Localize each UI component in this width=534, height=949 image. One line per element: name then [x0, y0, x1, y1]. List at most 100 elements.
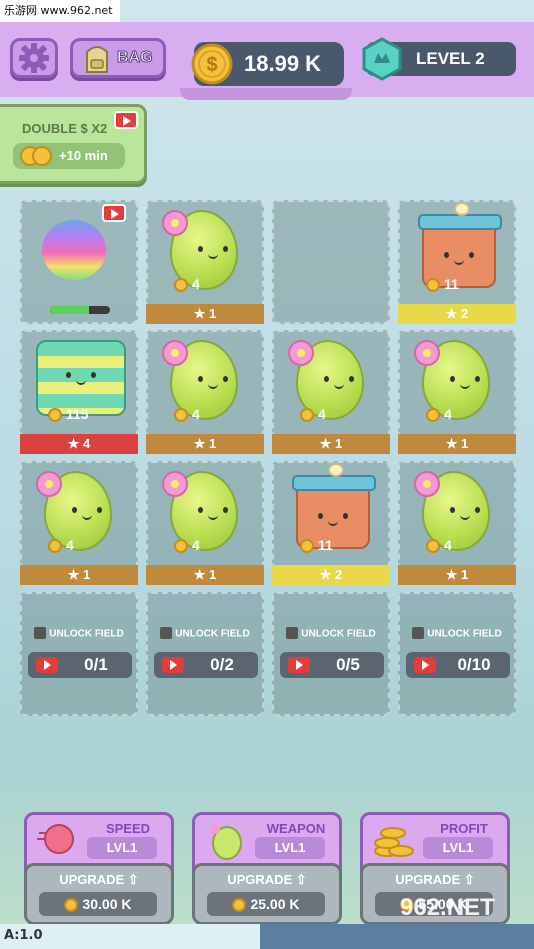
grid-cell[interactable]: 4 ★ 1	[272, 330, 390, 454]
pinata-icon	[37, 824, 74, 854]
locked-field[interactable]: UNLOCK FIELD 0/10	[398, 592, 516, 716]
star-bar: ★ 1	[146, 565, 264, 585]
grid-cell[interactable]	[20, 200, 138, 324]
grid-cell[interactable]: 4 ★ 1	[146, 200, 264, 324]
star-bar: ★ 1	[146, 434, 264, 454]
speed-upgrade-card: SPEED LVL1 UPGRADE ⇧ 30.00 K	[24, 812, 174, 925]
coins-icon	[20, 146, 52, 166]
top-bar-lip	[180, 88, 352, 100]
grid-cell[interactable]: 11 ★ 2	[272, 461, 390, 585]
unlock-progress[interactable]: 0/2	[154, 652, 258, 678]
upgrade-label: UPGRADE ⇧	[227, 872, 307, 887]
upgrade-speed-button[interactable]: UPGRADE ⇧ 30.00 K	[24, 863, 174, 925]
income-label: 4	[174, 276, 200, 292]
locked-field[interactable]: UNLOCK FIELD 0/2	[146, 592, 264, 716]
income-label: 4	[426, 537, 452, 553]
lock-icon	[286, 627, 299, 639]
blob-icon	[210, 824, 242, 860]
coin-icon: $	[191, 43, 233, 85]
bag-label: BAG	[117, 49, 154, 67]
bonus-time-pill: +10 min	[13, 143, 125, 169]
income-label: 4	[174, 537, 200, 553]
upgrade-weapon-button[interactable]: UPGRADE ⇧ 25.00 K	[192, 863, 342, 925]
upgrade-level: LVL1	[255, 837, 325, 859]
flower-icon	[162, 471, 188, 497]
flower-icon	[288, 340, 314, 366]
upgrade-level: LVL1	[87, 837, 157, 859]
version-strip: A:1.0	[0, 924, 260, 949]
star-bar: ★ 1	[398, 434, 516, 454]
video-ad-icon	[414, 657, 436, 673]
unlock-progress[interactable]: 0/1	[28, 652, 132, 678]
video-ad-icon[interactable]	[114, 111, 138, 129]
video-ad-icon	[288, 657, 310, 673]
upgrade-label: UPGRADE ⇧	[59, 872, 139, 887]
watermark-top: 乐游网 www.962.net	[0, 0, 120, 22]
video-ad-icon	[162, 657, 184, 673]
bag-button[interactable]: BAG	[70, 38, 166, 78]
income-label: 11	[426, 276, 459, 292]
svg-text:$: $	[206, 54, 217, 76]
grid-cell[interactable]: 4 ★ 1	[146, 330, 264, 454]
upgrade-title: SPEED	[105, 821, 151, 836]
weapon-upgrade-card: WEAPON LVL1 UPGRADE ⇧ 25.00 K	[192, 812, 342, 925]
grid-cell[interactable]: 4 ★ 1	[20, 461, 138, 585]
income-label: 4	[300, 406, 326, 422]
coin-amount: 18.99 K	[244, 51, 322, 76]
watermark-logo: 962.NET	[400, 894, 495, 921]
star-bar: ★ 4	[20, 434, 138, 454]
level-label: LEVEL 2	[416, 49, 485, 68]
income-label: 4	[174, 406, 200, 422]
upgrade-level: LVL1	[423, 837, 493, 859]
grid-cell[interactable]: 115 ★ 4	[20, 330, 138, 454]
coin-stack-icon	[374, 827, 414, 857]
gem-icon	[362, 37, 402, 81]
gear-icon	[19, 43, 49, 73]
pinata-creature	[42, 220, 106, 280]
grid-cell-empty[interactable]	[272, 200, 390, 324]
lock-icon	[412, 627, 425, 639]
unlock-field-label: UNLOCK FIELD	[400, 627, 514, 640]
upgrade-title: WEAPON	[266, 821, 326, 836]
bonus-time: +10 min	[59, 148, 108, 163]
flower-icon	[162, 340, 188, 366]
upgrade-price: 30.00 K	[39, 892, 157, 916]
grid-cell[interactable]: 4 ★ 1	[146, 461, 264, 585]
star-bar: ★ 1	[146, 304, 264, 324]
lock-icon	[34, 627, 47, 639]
unlock-progress[interactable]: 0/10	[406, 652, 510, 678]
income-label: 115	[48, 406, 89, 422]
unlock-field-label: UNLOCK FIELD	[274, 627, 388, 640]
star-bar: ★ 2	[272, 565, 390, 585]
income-label: 11	[300, 537, 333, 553]
video-ad-icon[interactable]	[102, 204, 126, 222]
star-bar: ★ 2	[398, 304, 516, 324]
upgrade-title: PROFIT	[440, 821, 488, 836]
grid-cell[interactable]: 11 ★ 2	[398, 200, 516, 324]
version-label: A:1.0	[4, 928, 43, 943]
flower-icon	[414, 340, 440, 366]
unlock-field-label: UNLOCK FIELD	[148, 627, 262, 640]
level-display: LEVEL 2	[362, 37, 516, 81]
double-title: DOUBLE $ X2	[22, 121, 108, 136]
flower-icon	[36, 471, 62, 497]
flower-icon	[162, 210, 188, 236]
income-label: 4	[426, 406, 452, 422]
upgrade-price: 25.00 K	[207, 892, 325, 916]
star-bar: ★ 1	[20, 565, 138, 585]
settings-button[interactable]	[10, 38, 58, 78]
grid-cell[interactable]: 4 ★ 1	[398, 330, 516, 454]
income-label: 4	[48, 537, 74, 553]
backpack-icon	[86, 46, 108, 73]
grid-cell[interactable]: 4 ★ 1	[398, 461, 516, 585]
flower-icon	[414, 471, 440, 497]
unlock-field-label: UNLOCK FIELD	[22, 627, 136, 640]
double-money-panel[interactable]: DOUBLE $ X2 +10 min	[0, 104, 147, 184]
stripe-creature	[36, 340, 126, 416]
unlock-progress[interactable]: 0/5	[280, 652, 384, 678]
locked-field[interactable]: UNLOCK FIELD 0/1	[20, 592, 138, 716]
coin-balance: $ 18.99 K	[191, 42, 344, 86]
locked-field[interactable]: UNLOCK FIELD 0/5	[272, 592, 390, 716]
star-bar: ★ 1	[272, 434, 390, 454]
lock-icon	[160, 627, 173, 639]
